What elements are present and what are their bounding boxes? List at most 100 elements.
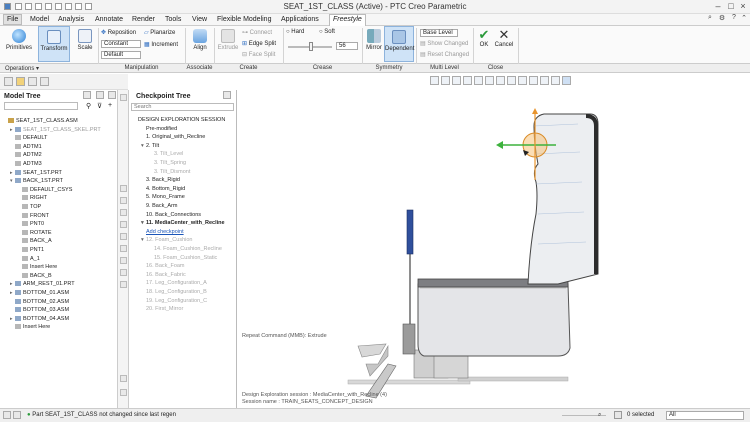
tree-node[interactable]: BACK_A (17, 238, 52, 244)
filter-icon[interactable]: ⊽ (97, 102, 102, 110)
constant-select[interactable]: Constant (101, 40, 141, 48)
layers-icon[interactable] (4, 77, 13, 86)
tab-model[interactable]: Model (27, 15, 52, 25)
tree-node[interactable]: ▸ BOTTOM_01.ASM (10, 290, 69, 296)
graphics-window[interactable]: Repeat Command (MMB): Extrude Design Exp… (238, 74, 750, 408)
status-browser-icon[interactable] (13, 411, 21, 419)
close-icon[interactable]: × (737, 1, 749, 11)
extrude-button[interactable]: Extrude (216, 29, 240, 51)
checkpoint-item[interactable]: ▾ 12. Foam_Cushion (141, 237, 192, 243)
checkpoint-item[interactable]: 20. First_Mirror (141, 306, 183, 312)
checkpoint-item[interactable]: Pre-modified (141, 126, 177, 132)
checkpoint-item[interactable]: 3. Back_Rigid (141, 177, 180, 183)
tab-flexible-modeling[interactable]: Flexible Modeling (214, 15, 274, 25)
tab-freestyle[interactable]: Freestyle (329, 14, 366, 26)
folder-icon[interactable] (16, 77, 25, 86)
face-split-button[interactable]: ⊟ Face Split (242, 51, 275, 58)
tree-node[interactable]: ▸ SEAT_1ST.PRT (10, 170, 62, 176)
scale-button[interactable]: Scale (74, 29, 96, 51)
tree-node[interactable]: ADTM3 (10, 161, 42, 167)
seat-model[interactable] (238, 74, 750, 408)
dependent-button[interactable]: Dependent (384, 26, 414, 62)
checkpoint-item[interactable]: 9. Back_Arm (141, 203, 177, 209)
tree-settings-icon[interactable] (83, 91, 91, 99)
delete-checkpoint-icon[interactable] (120, 221, 127, 228)
edge-split-button[interactable]: ⊞ Edge Split (242, 40, 276, 47)
tree-node[interactable]: BACK_B (17, 273, 52, 279)
tab-tools[interactable]: Tools (162, 15, 184, 25)
default-select[interactable]: Default (101, 51, 141, 59)
tab-analysis[interactable]: Analysis (55, 15, 87, 25)
ok-button[interactable]: ✔ OK (476, 28, 492, 49)
tree-node[interactable]: PNT1 (17, 247, 44, 253)
tree-node[interactable]: RIGHT (17, 195, 47, 201)
minimize-icon[interactable]: – (712, 1, 724, 11)
tree-node[interactable]: ROTATE (17, 230, 52, 236)
planarize-button[interactable]: ▱ Planarize (144, 29, 175, 36)
tab-view[interactable]: View (189, 15, 210, 25)
smart-filter-icon[interactable]: ⌕ (598, 412, 601, 419)
tree-node[interactable]: BOTTOM_02.ASM (10, 299, 69, 305)
status-toggle-icon[interactable] (3, 411, 11, 419)
tab-annotate[interactable]: Annotate (92, 15, 126, 25)
transform-button[interactable]: Transform (38, 26, 70, 62)
crease-slider-thumb[interactable] (309, 42, 313, 51)
show-changed-button[interactable]: ▤ Show Changed (420, 40, 468, 47)
tab-applications[interactable]: Applications (278, 15, 322, 25)
checkpoint-item[interactable]: 18. Leg_Configuration_B (141, 289, 207, 295)
checkpoint-tool-7-icon[interactable] (120, 269, 127, 276)
checkpoint-tool-9-icon[interactable] (120, 375, 127, 382)
base-level-select[interactable]: Base Level (420, 29, 458, 37)
checkpoint-search-input[interactable] (131, 103, 234, 111)
settings-icon[interactable]: ⚙ (716, 14, 728, 22)
checkpoint-item[interactable]: 10. Back_Connections (141, 212, 201, 218)
checkpoint-item[interactable]: ▾ 11. MediaCenter_with_Recline (141, 220, 225, 226)
cancel-button[interactable]: ✕ Cancel (493, 28, 515, 49)
tree-node[interactable]: BOTTOM_03.ASM (10, 307, 69, 313)
checkpoint-tool-5-icon[interactable] (120, 245, 127, 252)
tab-file[interactable]: File (3, 14, 23, 25)
find-icon[interactable]: ⚲ (86, 102, 91, 110)
tree-columns-icon[interactable] (108, 91, 116, 99)
tree-node[interactable]: Insert Here (10, 324, 50, 330)
checkpoint-item[interactable]: 4. Bottom_Rigid (141, 186, 185, 192)
add-checkpoint-link[interactable]: Add checkpoint (141, 229, 184, 235)
dragger-arrow-icon[interactable] (532, 108, 538, 114)
selection-filter-select[interactable]: All (666, 411, 744, 420)
tree-node[interactable]: SEAT_1ST_CLASS.ASM (3, 118, 78, 124)
favorites-icon[interactable] (28, 77, 37, 86)
tree-node[interactable]: FRONT (17, 213, 49, 219)
checkpoint-item[interactable]: 19. Leg_Configuration_C (141, 298, 207, 304)
tree-node[interactable]: DEFAULT (10, 135, 47, 141)
close-checkpoint-icon[interactable] (120, 389, 127, 396)
crease-value-input[interactable]: 56 (336, 42, 358, 50)
group-operations[interactable]: Operations ▾ (2, 65, 42, 72)
align-button[interactable]: Align (188, 29, 212, 51)
checkpoint-item[interactable]: 3. Tilt_Spring (149, 160, 186, 166)
checkpoint-item[interactable]: 14. Foam_Cushion_Recline (149, 246, 222, 252)
mirror-button[interactable]: Mirror (364, 29, 384, 51)
checkpoint-item[interactable]: 3. Tilt_Level (149, 151, 183, 157)
tree-node[interactable]: ADTM2 (10, 152, 42, 158)
tree-node[interactable]: ▾ BACK_1ST.PRT (10, 178, 63, 184)
tree-node[interactable]: PNT0 (17, 221, 44, 227)
add-icon[interactable]: + (108, 102, 112, 109)
model-tree-search-input[interactable] (4, 102, 78, 110)
checkpoint-tool-2-icon[interactable] (120, 197, 127, 204)
checkpoint-item[interactable]: 5. Mono_Frame (141, 194, 185, 200)
tree-node[interactable]: TOP (17, 204, 41, 210)
reset-changed-button[interactable]: ▤ Reset Changed (420, 51, 469, 58)
maximize-icon[interactable]: □ (725, 1, 737, 11)
checkpoint-item[interactable]: 16. Back_Fabric (141, 272, 186, 278)
collapse-ribbon-icon[interactable]: ⌃ (738, 14, 750, 22)
hard-radio[interactable]: ○ Hard (286, 29, 304, 35)
reposition-button[interactable]: ✥ Reposition (101, 29, 136, 36)
primitives-button[interactable]: Primitives (5, 29, 33, 51)
checkpoint-item[interactable]: 16. Back_Foam (141, 263, 185, 269)
selection-icon[interactable] (614, 411, 622, 419)
checkpoint-item[interactable]: ▾ 2. Tilt (141, 143, 159, 149)
checkpoint-menu-icon[interactable] (223, 91, 231, 99)
checkpoint-tool-8-icon[interactable] (120, 281, 127, 288)
soft-radio[interactable]: ○ Soft (319, 29, 335, 35)
connect-button[interactable]: ⊶ Connect (242, 29, 272, 36)
